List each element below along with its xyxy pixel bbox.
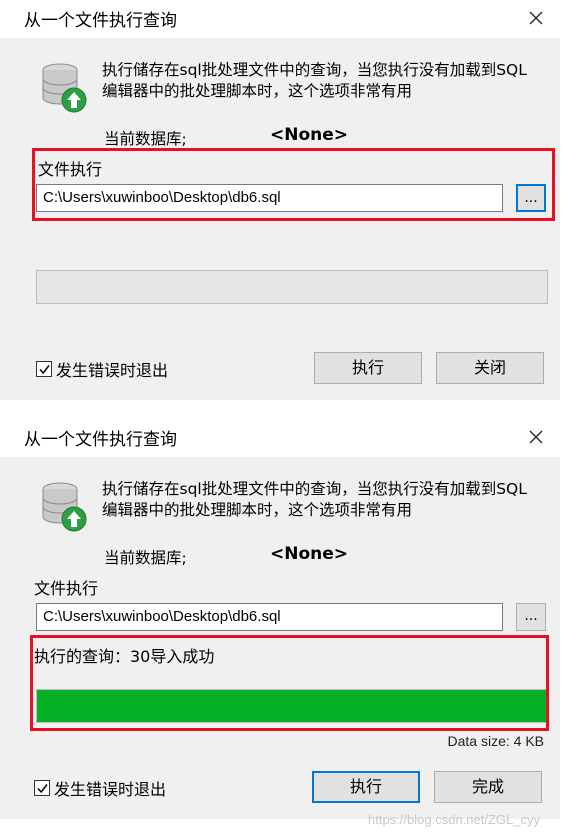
file-path-input[interactable]: C:\Users\xuwinboo\Desktop\db6.sql	[36, 184, 503, 212]
exit-on-error-checkbox[interactable]	[34, 780, 50, 796]
progress-bar	[36, 270, 548, 304]
checkmark-icon	[38, 364, 50, 374]
close-window-button[interactable]	[520, 4, 552, 32]
execute-button[interactable]: 执行	[314, 352, 422, 384]
close-icon	[529, 430, 543, 444]
title-bar: 从一个文件执行查询	[0, 0, 560, 38]
browse-button[interactable]: ...	[516, 603, 546, 631]
data-size-text: Data size: 4 KB	[447, 733, 545, 749]
file-execute-label: 文件执行	[34, 579, 99, 598]
close-window-button[interactable]	[520, 423, 552, 451]
exit-on-error-checkbox-row[interactable]: 发生错误时退出	[34, 776, 166, 800]
execute-file-dialog-complete: 从一个文件执行查询 执行储存在sql批处理文件中的查询，当您执行没有加载到SQL…	[0, 419, 560, 819]
execution-status-text: 执行的查询：30导入成功	[34, 647, 215, 666]
file-execute-label: 文件执行	[38, 160, 103, 179]
exit-on-error-label: 发生错误时退出	[56, 361, 169, 380]
checkmark-icon	[36, 783, 48, 793]
current-database-label: 当前数据库;	[104, 549, 187, 567]
dialog-title: 从一个文件执行查询	[24, 430, 177, 450]
database-upload-icon	[42, 482, 87, 532]
current-database-value: <None>	[270, 125, 349, 145]
description-text: 执行储存在sql批处理文件中的查询，当您执行没有加载到SQL编辑器中的批处理脚本…	[102, 61, 527, 100]
dialog-title: 从一个文件执行查询	[24, 11, 177, 31]
current-database-label: 当前数据库;	[104, 130, 187, 148]
finish-button[interactable]: 完成	[434, 771, 542, 803]
close-button[interactable]: 关闭	[436, 352, 544, 384]
execute-file-dialog-initial: 从一个文件执行查询 执行储存在sql批处理文件中的查询，当您执行没有加载到SQL…	[0, 0, 560, 400]
title-bar: 从一个文件执行查询	[0, 419, 560, 457]
database-upload-icon	[42, 63, 87, 113]
description-text: 执行储存在sql批处理文件中的查询，当您执行没有加载到SQL编辑器中的批处理脚本…	[102, 480, 527, 519]
progress-fill	[37, 690, 547, 722]
file-path-input[interactable]: C:\Users\xuwinboo\Desktop\db6.sql	[36, 603, 503, 631]
exit-on-error-label: 发生错误时退出	[54, 780, 167, 799]
execute-button[interactable]: 执行	[312, 771, 420, 803]
watermark-text: https://blog.csdn.net/ZGL_cyy	[368, 812, 540, 827]
progress-bar	[36, 689, 548, 723]
close-icon	[529, 11, 543, 25]
browse-button[interactable]: ...	[516, 184, 546, 212]
exit-on-error-checkbox[interactable]	[36, 361, 52, 377]
exit-on-error-checkbox-row[interactable]: 发生错误时退出	[36, 357, 168, 381]
current-database-value: <None>	[270, 544, 349, 564]
